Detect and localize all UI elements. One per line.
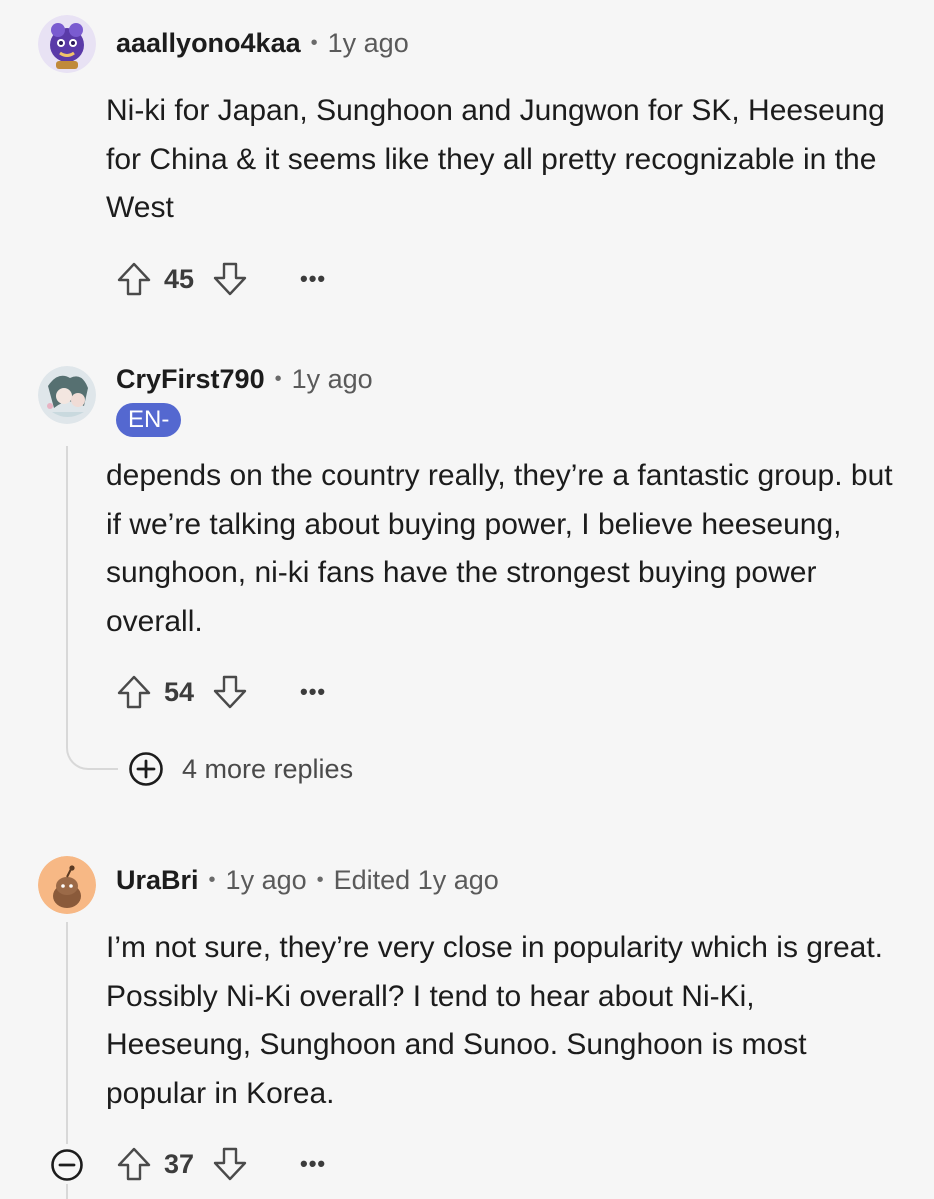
vote-score: 45 — [164, 263, 195, 294]
more-options-icon[interactable]: ••• — [300, 266, 330, 292]
username[interactable]: aaallyono4kaa — [116, 27, 301, 59]
comment-body: Ni-ki for Japan, Sunghoon and Jungwon fo… — [106, 94, 885, 224]
more-options-icon[interactable]: ••• — [300, 679, 330, 705]
comment-actions: 45 ••• — [114, 259, 330, 299]
upvote-icon[interactable] — [114, 672, 154, 712]
separator-dot: • — [274, 368, 282, 390]
edited-label: Edited 1y ago — [333, 865, 499, 895]
timestamp: 1y ago — [225, 865, 307, 895]
username[interactable]: CryFirst790 — [116, 363, 265, 395]
user-avatar[interactable] — [38, 856, 96, 914]
downvote-icon[interactable] — [210, 672, 250, 712]
comment-body: depends on the country really, they’re a… — [106, 459, 893, 638]
username[interactable]: UraBri — [116, 864, 199, 896]
comment-actions: 54 ••• — [114, 672, 330, 712]
user-avatar[interactable] — [38, 15, 96, 73]
vote-score: 37 — [164, 1148, 195, 1179]
downvote-icon[interactable] — [210, 259, 250, 299]
comment-body: I’m not sure, they’re very close in popu… — [106, 931, 883, 1110]
separator-dot: • — [316, 869, 324, 891]
user-flair: EN- — [116, 403, 182, 437]
comment-header: CryFirst790 • 1y ago — [116, 363, 373, 395]
separator-dot: • — [208, 869, 216, 891]
more-replies-label: 4 more replies — [182, 753, 354, 784]
thread-line — [66, 716, 118, 770]
comment-header: UraBri • 1y ago • Edited 1y ago — [116, 864, 499, 896]
upvote-icon[interactable] — [114, 259, 154, 299]
user-avatar[interactable] — [38, 366, 96, 424]
timestamp: 1y ago — [327, 28, 409, 58]
more-options-icon[interactable]: ••• — [300, 1151, 330, 1177]
comment-header: aaallyono4kaa • 1y ago — [116, 27, 409, 59]
downvote-icon[interactable] — [210, 1144, 250, 1184]
expand-plus-icon — [129, 752, 163, 786]
vote-score: 54 — [164, 676, 195, 707]
thread-line[interactable] — [66, 446, 68, 716]
comment-actions: 37 ••• — [114, 1144, 330, 1184]
upvote-icon[interactable] — [114, 1144, 154, 1184]
separator-dot: • — [310, 32, 318, 54]
timestamp: 1y ago — [291, 364, 373, 394]
collapse-minus-icon[interactable] — [50, 1148, 84, 1182]
more-replies-button[interactable]: 4 more replies — [128, 751, 353, 787]
thread-line[interactable] — [66, 922, 68, 1144]
thread-line — [66, 1184, 68, 1199]
